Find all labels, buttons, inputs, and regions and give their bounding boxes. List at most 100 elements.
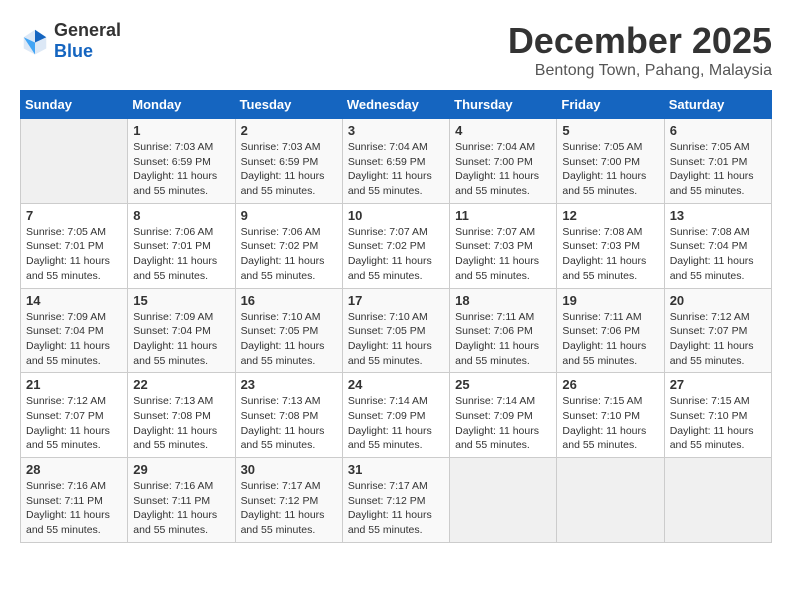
- day-number: 23: [241, 377, 337, 392]
- header-day: Saturday: [664, 91, 771, 119]
- day-number: 7: [26, 208, 122, 223]
- day-info: Sunrise: 7:09 AM Sunset: 7:04 PM Dayligh…: [26, 310, 122, 369]
- day-info: Sunrise: 7:13 AM Sunset: 7:08 PM Dayligh…: [133, 394, 229, 453]
- day-number: 28: [26, 462, 122, 477]
- day-number: 21: [26, 377, 122, 392]
- calendar-cell: 2 Sunrise: 7:03 AM Sunset: 6:59 PM Dayli…: [235, 119, 342, 204]
- day-info: Sunrise: 7:03 AM Sunset: 6:59 PM Dayligh…: [241, 140, 337, 199]
- calendar-cell: [664, 458, 771, 543]
- day-info: Sunrise: 7:08 AM Sunset: 7:03 PM Dayligh…: [562, 225, 658, 284]
- day-info: Sunrise: 7:17 AM Sunset: 7:12 PM Dayligh…: [348, 479, 444, 538]
- title-area: December 2025 Bentong Town, Pahang, Mala…: [508, 20, 772, 80]
- day-number: 8: [133, 208, 229, 223]
- calendar-cell: 18 Sunrise: 7:11 AM Sunset: 7:06 PM Dayl…: [450, 288, 557, 373]
- day-info: Sunrise: 7:16 AM Sunset: 7:11 PM Dayligh…: [26, 479, 122, 538]
- day-info: Sunrise: 7:05 AM Sunset: 7:01 PM Dayligh…: [26, 225, 122, 284]
- calendar-cell: 3 Sunrise: 7:04 AM Sunset: 6:59 PM Dayli…: [342, 119, 449, 204]
- calendar-cell: 14 Sunrise: 7:09 AM Sunset: 7:04 PM Dayl…: [21, 288, 128, 373]
- calendar-week-row: 7 Sunrise: 7:05 AM Sunset: 7:01 PM Dayli…: [21, 203, 772, 288]
- calendar-week-row: 14 Sunrise: 7:09 AM Sunset: 7:04 PM Dayl…: [21, 288, 772, 373]
- day-number: 16: [241, 293, 337, 308]
- logo: General Blue: [20, 20, 121, 62]
- day-info: Sunrise: 7:10 AM Sunset: 7:05 PM Dayligh…: [241, 310, 337, 369]
- logo-general: General: [54, 20, 121, 40]
- day-info: Sunrise: 7:12 AM Sunset: 7:07 PM Dayligh…: [670, 310, 766, 369]
- day-info: Sunrise: 7:07 AM Sunset: 7:03 PM Dayligh…: [455, 225, 551, 284]
- calendar-cell: 9 Sunrise: 7:06 AM Sunset: 7:02 PM Dayli…: [235, 203, 342, 288]
- day-number: 2: [241, 123, 337, 138]
- calendar-cell: 11 Sunrise: 7:07 AM Sunset: 7:03 PM Dayl…: [450, 203, 557, 288]
- subtitle: Bentong Town, Pahang, Malaysia: [508, 62, 772, 80]
- day-number: 4: [455, 123, 551, 138]
- day-info: Sunrise: 7:17 AM Sunset: 7:12 PM Dayligh…: [241, 479, 337, 538]
- day-number: 10: [348, 208, 444, 223]
- day-number: 6: [670, 123, 766, 138]
- day-info: Sunrise: 7:16 AM Sunset: 7:11 PM Dayligh…: [133, 479, 229, 538]
- main-title: December 2025: [508, 20, 772, 62]
- day-number: 12: [562, 208, 658, 223]
- day-info: Sunrise: 7:06 AM Sunset: 7:01 PM Dayligh…: [133, 225, 229, 284]
- day-number: 5: [562, 123, 658, 138]
- day-info: Sunrise: 7:08 AM Sunset: 7:04 PM Dayligh…: [670, 225, 766, 284]
- day-number: 22: [133, 377, 229, 392]
- day-info: Sunrise: 7:04 AM Sunset: 7:00 PM Dayligh…: [455, 140, 551, 199]
- calendar-cell: 15 Sunrise: 7:09 AM Sunset: 7:04 PM Dayl…: [128, 288, 235, 373]
- logo-blue: Blue: [54, 41, 93, 61]
- calendar-week-row: 28 Sunrise: 7:16 AM Sunset: 7:11 PM Dayl…: [21, 458, 772, 543]
- day-number: 15: [133, 293, 229, 308]
- calendar-cell: 7 Sunrise: 7:05 AM Sunset: 7:01 PM Dayli…: [21, 203, 128, 288]
- day-number: 24: [348, 377, 444, 392]
- day-number: 25: [455, 377, 551, 392]
- calendar-cell: 28 Sunrise: 7:16 AM Sunset: 7:11 PM Dayl…: [21, 458, 128, 543]
- header-day: Wednesday: [342, 91, 449, 119]
- day-info: Sunrise: 7:09 AM Sunset: 7:04 PM Dayligh…: [133, 310, 229, 369]
- day-number: 31: [348, 462, 444, 477]
- day-number: 19: [562, 293, 658, 308]
- calendar-cell: 12 Sunrise: 7:08 AM Sunset: 7:03 PM Dayl…: [557, 203, 664, 288]
- day-number: 11: [455, 208, 551, 223]
- day-info: Sunrise: 7:14 AM Sunset: 7:09 PM Dayligh…: [455, 394, 551, 453]
- calendar-cell: 25 Sunrise: 7:14 AM Sunset: 7:09 PM Dayl…: [450, 373, 557, 458]
- calendar-cell: 26 Sunrise: 7:15 AM Sunset: 7:10 PM Dayl…: [557, 373, 664, 458]
- calendar-week-row: 21 Sunrise: 7:12 AM Sunset: 7:07 PM Dayl…: [21, 373, 772, 458]
- calendar-cell: [557, 458, 664, 543]
- day-info: Sunrise: 7:04 AM Sunset: 6:59 PM Dayligh…: [348, 140, 444, 199]
- day-info: Sunrise: 7:03 AM Sunset: 6:59 PM Dayligh…: [133, 140, 229, 199]
- calendar-cell: 6 Sunrise: 7:05 AM Sunset: 7:01 PM Dayli…: [664, 119, 771, 204]
- day-number: 17: [348, 293, 444, 308]
- day-number: 9: [241, 208, 337, 223]
- calendar-cell: 22 Sunrise: 7:13 AM Sunset: 7:08 PM Dayl…: [128, 373, 235, 458]
- calendar-cell: 13 Sunrise: 7:08 AM Sunset: 7:04 PM Dayl…: [664, 203, 771, 288]
- day-number: 18: [455, 293, 551, 308]
- day-info: Sunrise: 7:12 AM Sunset: 7:07 PM Dayligh…: [26, 394, 122, 453]
- day-info: Sunrise: 7:07 AM Sunset: 7:02 PM Dayligh…: [348, 225, 444, 284]
- calendar-week-row: 1 Sunrise: 7:03 AM Sunset: 6:59 PM Dayli…: [21, 119, 772, 204]
- calendar-cell: [21, 119, 128, 204]
- day-number: 3: [348, 123, 444, 138]
- day-number: 26: [562, 377, 658, 392]
- day-number: 30: [241, 462, 337, 477]
- header-day: Sunday: [21, 91, 128, 119]
- header-day: Friday: [557, 91, 664, 119]
- logo-text: General Blue: [54, 20, 121, 62]
- calendar-cell: 23 Sunrise: 7:13 AM Sunset: 7:08 PM Dayl…: [235, 373, 342, 458]
- calendar-cell: 4 Sunrise: 7:04 AM Sunset: 7:00 PM Dayli…: [450, 119, 557, 204]
- day-info: Sunrise: 7:14 AM Sunset: 7:09 PM Dayligh…: [348, 394, 444, 453]
- calendar-cell: 24 Sunrise: 7:14 AM Sunset: 7:09 PM Dayl…: [342, 373, 449, 458]
- calendar-cell: 19 Sunrise: 7:11 AM Sunset: 7:06 PM Dayl…: [557, 288, 664, 373]
- day-number: 20: [670, 293, 766, 308]
- calendar-cell: 20 Sunrise: 7:12 AM Sunset: 7:07 PM Dayl…: [664, 288, 771, 373]
- calendar-cell: 27 Sunrise: 7:15 AM Sunset: 7:10 PM Dayl…: [664, 373, 771, 458]
- calendar-cell: 8 Sunrise: 7:06 AM Sunset: 7:01 PM Dayli…: [128, 203, 235, 288]
- header-day: Tuesday: [235, 91, 342, 119]
- calendar-cell: 31 Sunrise: 7:17 AM Sunset: 7:12 PM Dayl…: [342, 458, 449, 543]
- day-info: Sunrise: 7:06 AM Sunset: 7:02 PM Dayligh…: [241, 225, 337, 284]
- day-info: Sunrise: 7:13 AM Sunset: 7:08 PM Dayligh…: [241, 394, 337, 453]
- calendar-cell: 30 Sunrise: 7:17 AM Sunset: 7:12 PM Dayl…: [235, 458, 342, 543]
- day-info: Sunrise: 7:10 AM Sunset: 7:05 PM Dayligh…: [348, 310, 444, 369]
- calendar-cell: 5 Sunrise: 7:05 AM Sunset: 7:00 PM Dayli…: [557, 119, 664, 204]
- header-day: Monday: [128, 91, 235, 119]
- day-number: 29: [133, 462, 229, 477]
- calendar-cell: 10 Sunrise: 7:07 AM Sunset: 7:02 PM Dayl…: [342, 203, 449, 288]
- day-number: 27: [670, 377, 766, 392]
